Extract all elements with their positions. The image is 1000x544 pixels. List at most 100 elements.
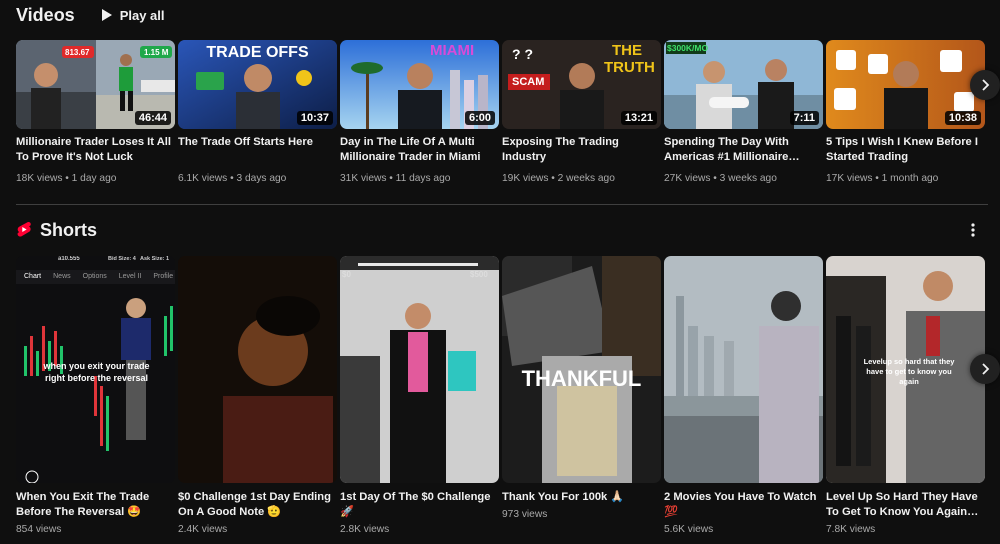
short-thumbnail[interactable] bbox=[664, 256, 823, 483]
shorts-next-button[interactable] bbox=[970, 354, 1000, 384]
video-thumbnail[interactable]: ? ? THE TRUTH SCAM 13:21 bbox=[502, 40, 661, 129]
thumbnail-gain-badge: 1.15 M bbox=[144, 48, 169, 57]
video-age: 3 weeks ago bbox=[719, 173, 777, 184]
video-age: 1 day ago bbox=[71, 173, 117, 184]
video-metadata: 31K views • 11 days ago bbox=[340, 173, 451, 184]
thumbnail-text-scam: SCAM bbox=[512, 76, 545, 88]
video-title[interactable]: Exposing The Trading Industry bbox=[502, 135, 661, 165]
video-duration: 13:21 bbox=[620, 111, 657, 125]
video-thumbnail[interactable]: 10:38 bbox=[826, 40, 985, 129]
chart-tab: Profile bbox=[153, 273, 174, 280]
short-thumbnail[interactable] bbox=[178, 256, 337, 483]
video-duration: 7:11 bbox=[789, 111, 819, 125]
short-title[interactable]: 1st Day Of The $0 Challenge 🚀 bbox=[340, 490, 499, 520]
play-all-button[interactable]: Play all bbox=[101, 8, 165, 23]
video-metadata: 18K views • 1 day ago bbox=[16, 173, 117, 184]
progress-goal-label: $500 bbox=[470, 270, 488, 279]
video-thumbnail[interactable]: MIAMI 6:00 bbox=[340, 40, 499, 129]
short-thumbnail[interactable]: a10.555 Bid Size: 4 Ask Size: 1 Chart Ne… bbox=[16, 256, 175, 483]
thumbnail-text-the: THE bbox=[612, 42, 642, 59]
ticker-symbol: a10.555 bbox=[58, 256, 80, 262]
short-card[interactable]: THANKFUL Thank You For 100k 🙏🏻 973 views bbox=[502, 256, 661, 520]
short-caption-overlay: Levelup so hard that they have to get to… bbox=[863, 357, 955, 386]
video-metadata: 27K views • 3 weeks ago bbox=[664, 173, 777, 184]
video-title[interactable]: 5 Tips I Wish I Knew Before I Started Tr… bbox=[826, 135, 985, 165]
video-duration: 10:37 bbox=[296, 111, 333, 125]
video-metadata: 19K views • 2 weeks ago bbox=[502, 173, 615, 184]
video-age: 3 days ago bbox=[236, 173, 287, 184]
video-card[interactable]: 813.67 1.15 M 46:44 Millionaire Trader L… bbox=[16, 40, 175, 184]
short-title[interactable]: Thank You For 100k 🙏🏻 bbox=[502, 490, 661, 505]
short-views: 5.6K views bbox=[664, 524, 714, 535]
video-views: 17K views bbox=[826, 173, 873, 184]
short-title[interactable]: Level Up So Hard They Have To Get To Kno… bbox=[826, 490, 985, 520]
short-title[interactable]: 2 Movies You Have To Watch 💯 bbox=[664, 490, 823, 520]
shorts-logo-icon bbox=[17, 221, 31, 237]
video-title[interactable]: Spending The Day With Americas #1 Millio… bbox=[664, 135, 823, 165]
video-thumbnail[interactable]: $300K/MO 7:11 bbox=[664, 40, 823, 129]
video-thumbnail[interactable]: TRADE OFFS 10:37 bbox=[178, 40, 337, 129]
video-age: 2 weeks ago bbox=[557, 173, 615, 184]
shorts-section-header: Shorts bbox=[16, 219, 97, 241]
video-views: 31K views bbox=[340, 173, 387, 184]
video-age: 1 month ago bbox=[881, 173, 939, 184]
short-thumbnail[interactable]: Levelup so hard that they have to get to… bbox=[826, 256, 985, 483]
chevron-right-icon bbox=[982, 79, 990, 91]
short-caption-overlay: when you exit your trade right before th… bbox=[43, 361, 150, 383]
shorts-section-title[interactable]: Shorts bbox=[40, 220, 97, 241]
thumbnail-income-badge: $300K/MO bbox=[667, 43, 709, 53]
section-divider bbox=[16, 204, 988, 205]
short-title[interactable]: When You Exit The Trade Before The Rever… bbox=[16, 490, 175, 520]
video-duration: 10:38 bbox=[944, 111, 981, 125]
thumbnail-title-text: MIAMI bbox=[430, 42, 475, 59]
short-thumbnail[interactable]: $0 $500 bbox=[340, 256, 499, 483]
short-card[interactable]: $0 Challenge 1st Day Ending On A Good No… bbox=[178, 256, 337, 535]
video-duration: 6:00 bbox=[464, 111, 495, 125]
thumbnail-title-text: TRADE OFFS bbox=[206, 44, 309, 61]
chart-tabs: Chart News Options Level II Profile bbox=[24, 273, 173, 280]
video-card[interactable]: 10:38 5 Tips I Wish I Knew Before I Star… bbox=[826, 40, 985, 184]
thumbnail-loss-badge: 813.67 bbox=[65, 48, 90, 57]
video-title[interactable]: Millionaire Trader Loses It All To Prove… bbox=[16, 135, 175, 165]
thumbnail-text-truth: TRUTH bbox=[604, 59, 655, 76]
video-duration: 46:44 bbox=[134, 111, 171, 125]
short-title[interactable]: $0 Challenge 1st Day Ending On A Good No… bbox=[178, 490, 337, 520]
ticker-ask-size: Ask Size: 1 bbox=[140, 256, 170, 262]
video-views: 27K views bbox=[664, 173, 711, 184]
more-vertical-icon[interactable] bbox=[965, 221, 981, 239]
video-metadata: 17K views • 1 month ago bbox=[826, 173, 939, 184]
short-caption-overlay: THANKFUL bbox=[521, 366, 642, 391]
video-card[interactable]: ? ? THE TRUTH SCAM 13:21 Exposing The Tr… bbox=[502, 40, 661, 184]
play-all-label: Play all bbox=[119, 7, 165, 23]
video-card[interactable]: MIAMI 6:00 Day in The Life Of A Multi Mi… bbox=[340, 40, 499, 184]
short-card[interactable]: Levelup so hard that they have to get to… bbox=[826, 256, 985, 535]
chart-tab: Options bbox=[82, 273, 107, 280]
short-card[interactable]: 2 Movies You Have To Watch 💯 5.6K views bbox=[664, 256, 823, 535]
short-views: 973 views bbox=[502, 509, 548, 520]
video-views: 18K views bbox=[16, 173, 63, 184]
video-thumbnail[interactable]: 813.67 1.15 M 46:44 bbox=[16, 40, 175, 129]
thumbnail-question-marks: ? ? bbox=[512, 46, 533, 62]
short-views: 854 views bbox=[16, 524, 62, 535]
chart-tab: News bbox=[53, 273, 71, 280]
chevron-right-icon bbox=[982, 363, 990, 375]
video-title[interactable]: The Trade Off Starts Here bbox=[178, 135, 337, 150]
chart-tab: Level II bbox=[118, 273, 142, 280]
video-card[interactable]: TRADE OFFS 10:37 The Trade Off Starts He… bbox=[178, 40, 337, 184]
progress-start-label: $0 bbox=[342, 270, 351, 279]
short-views: 2.4K views bbox=[178, 524, 228, 535]
video-views: 6.1K views bbox=[178, 173, 228, 184]
short-card[interactable]: $0 $500 1st Day Of The $0 Challenge 🚀 2.… bbox=[340, 256, 499, 535]
videos-section-title[interactable]: Videos bbox=[16, 5, 75, 26]
short-views: 2.8K views bbox=[340, 524, 390, 535]
video-card[interactable]: $300K/MO 7:11 Spending The Day With Amer… bbox=[664, 40, 823, 184]
play-icon bbox=[101, 9, 112, 21]
video-title[interactable]: Day in The Life Of A Multi Millionaire T… bbox=[340, 135, 499, 165]
chart-tab: Chart bbox=[24, 273, 42, 280]
videos-next-button[interactable] bbox=[970, 70, 1000, 100]
short-thumbnail[interactable]: THANKFUL bbox=[502, 256, 661, 483]
video-views: 19K views bbox=[502, 173, 549, 184]
video-metadata: 6.1K views • 3 days ago bbox=[178, 173, 287, 184]
short-card[interactable]: a10.555 Bid Size: 4 Ask Size: 1 Chart Ne… bbox=[16, 256, 175, 535]
ticker-bid-size: Bid Size: 4 bbox=[108, 256, 136, 262]
